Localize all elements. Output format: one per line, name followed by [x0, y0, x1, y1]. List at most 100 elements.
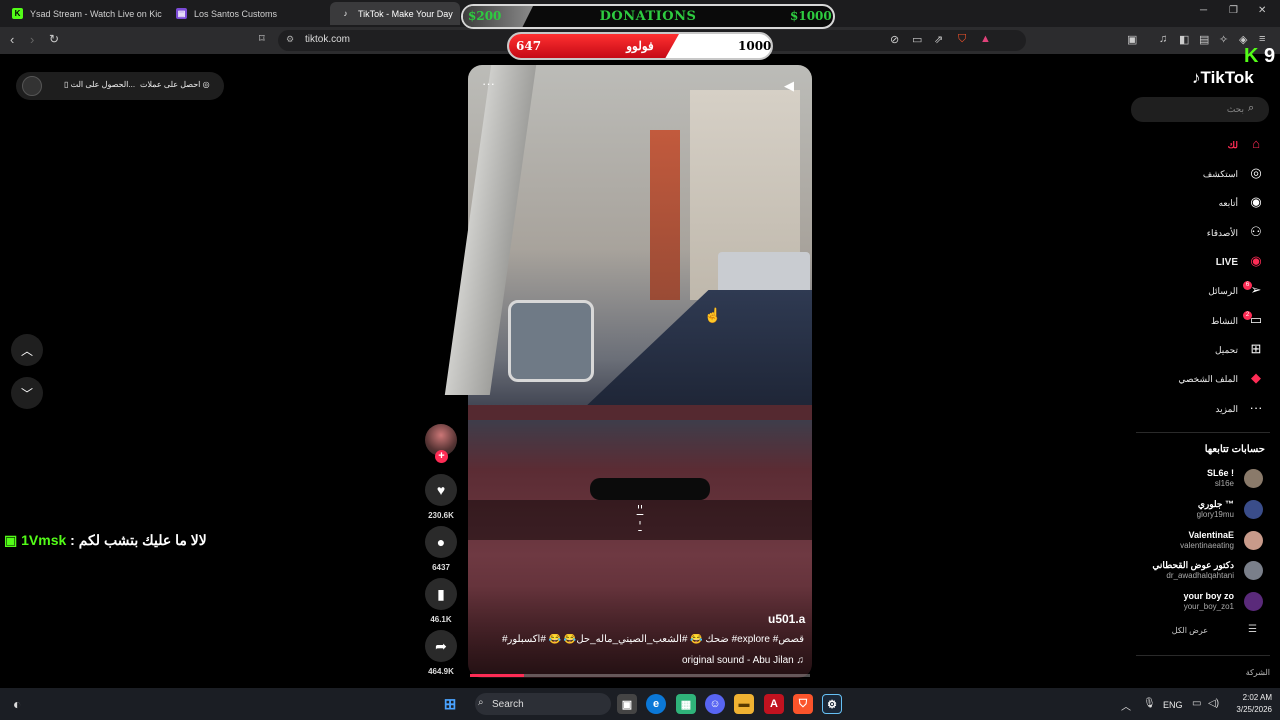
home-icon[interactable]: ⌂	[1246, 136, 1266, 151]
music-icon[interactable]: ♫	[1159, 33, 1167, 45]
adobe-icon[interactable]: A	[764, 694, 784, 714]
account-handle: dr_awadhalqahtani	[1166, 571, 1234, 580]
cast-icon[interactable]: ▭	[912, 33, 922, 46]
task-view-icon[interactable]: ▣	[617, 694, 637, 714]
share-button[interactable]: ➦	[425, 630, 457, 662]
minimize-icon[interactable]: ─	[1200, 5, 1207, 16]
tab-los-santos[interactable]: ▤ Los Santos Customs	[166, 2, 326, 25]
account-name[interactable]: دكتور عوض القحطاني	[1100, 560, 1234, 571]
clock-date[interactable]: 3/25/2026	[1224, 705, 1272, 714]
sidebar-toggle-icon[interactable]: ▣	[1127, 33, 1137, 46]
rewards-icon[interactable]: ▲	[980, 33, 991, 45]
chevron-down-icon: ﹀	[20, 386, 33, 401]
account-name[interactable]: ValentinaE	[1100, 530, 1234, 540]
following-avatar-icon[interactable]: ◉	[1246, 194, 1266, 210]
upload-icon[interactable]: ⊞	[1246, 341, 1266, 357]
video-more-icon[interactable]: ···	[482, 76, 495, 91]
account-name[interactable]: SL6e !	[1100, 468, 1234, 478]
share-count: 464.9K	[428, 667, 454, 676]
tab-kick[interactable]: K Ysad Stream - Watch Live on Kick	[2, 2, 162, 25]
nav-live[interactable]: LIVE	[1136, 257, 1238, 268]
video-sound[interactable]: original sound - Abu Jilan ♫	[600, 655, 804, 666]
nav-explore[interactable]: استكشف	[1136, 169, 1238, 180]
comment-count: 6437	[432, 563, 450, 572]
tray-overflow-icon[interactable]: ︿	[1121, 698, 1131, 713]
volume-icon[interactable]: ◀	[784, 78, 794, 94]
clock-time[interactable]: 2:02 AM	[1224, 693, 1272, 702]
forward-icon[interactable]: ›	[30, 32, 34, 47]
brave-icon[interactable]: ⛉	[793, 694, 813, 714]
share-icon[interactable]: ⇗	[934, 33, 943, 46]
tiktok-icon: ♪	[343, 9, 348, 18]
nav-following[interactable]: أتابعه	[1136, 198, 1238, 209]
back-icon[interactable]: ‹	[10, 32, 14, 47]
avatar[interactable]	[1244, 531, 1263, 550]
account-name[interactable]: your boy zo	[1100, 591, 1234, 601]
next-video-button[interactable]: ﹀	[11, 377, 43, 409]
nav-profile[interactable]: الملف الشخصي	[1136, 374, 1238, 385]
leo-icon[interactable]: ✧	[1219, 33, 1228, 46]
discord-icon[interactable]: ☺	[705, 694, 725, 714]
video-sound-label: original sound - Abu Jilan	[681, 655, 794, 666]
tiktok-logo[interactable]: ♪TikTok	[1192, 68, 1254, 88]
follow-button[interactable]: +	[435, 450, 448, 463]
avatar[interactable]	[1244, 561, 1263, 580]
menu-icon[interactable]: ≡	[1259, 33, 1265, 45]
reload-icon[interactable]: ↻	[49, 32, 59, 46]
video-redaction	[590, 478, 710, 500]
windows-start-icon[interactable]: ⊞	[440, 694, 460, 714]
file-explorer-icon[interactable]: ▬	[734, 694, 754, 714]
account-name[interactable]: جلوري ™	[1100, 499, 1234, 510]
get-app-button[interactable]: ▯ الحصول على الت...	[64, 80, 135, 89]
language-indicator[interactable]: ENG	[1163, 700, 1183, 710]
live-icon[interactable]: ◉	[1246, 253, 1266, 269]
nav-more[interactable]: المزيد	[1136, 404, 1238, 415]
video-scene-mirror	[508, 300, 594, 382]
store-app-icon[interactable]: ▦	[676, 694, 696, 714]
nav-for-you[interactable]: لك	[1136, 140, 1238, 151]
speaker-icon[interactable]: ◁)	[1208, 698, 1219, 709]
steam-icon[interactable]: ⚙	[822, 694, 842, 714]
windows-taskbar	[0, 688, 1280, 720]
widgets-icon[interactable]: ◐	[13, 696, 21, 712]
wallet-icon[interactable]: ▤	[1199, 33, 1209, 46]
search-icon[interactable]: ⌕	[1248, 102, 1254, 115]
site-info-icon[interactable]: ⚙	[286, 34, 294, 45]
profile-icon[interactable]: ◆	[1246, 370, 1266, 386]
save-button[interactable]: ▮	[425, 578, 457, 610]
tab-tiktok[interactable]: ♪ TikTok - Make Your Day	[330, 2, 460, 25]
friends-icon[interactable]: ⚇	[1246, 224, 1266, 240]
brave-shield-icon[interactable]: ⛉	[958, 33, 966, 46]
search-icon: ⌕	[478, 697, 484, 708]
previous-video-button[interactable]: ︿	[11, 334, 43, 366]
bookmark-icon[interactable]: ⌑	[259, 32, 265, 45]
avatar[interactable]	[1244, 469, 1263, 488]
kick-number: 9	[1264, 45, 1276, 67]
more-icon[interactable]: ···	[1246, 400, 1266, 415]
company-link[interactable]: الشركة	[1220, 668, 1270, 677]
nav-friends[interactable]: الأصدقاء	[1136, 228, 1238, 239]
panel-icon[interactable]: ◧	[1179, 33, 1189, 46]
following-accounts-title: حسابات تتابعها	[1204, 444, 1265, 455]
compass-icon[interactable]: ◎	[1246, 165, 1266, 181]
restore-icon[interactable]: ❐	[1229, 5, 1238, 16]
chat-badge-icon: ▣	[4, 532, 22, 548]
nav-activity[interactable]: النشاط	[1136, 316, 1238, 327]
url-text[interactable]: tiktok.com	[305, 34, 350, 45]
nav-upload[interactable]: تحميل	[1136, 345, 1238, 356]
edge-icon[interactable]: e	[646, 694, 666, 714]
get-coins-button[interactable]: احصل على عملات ◎	[140, 80, 210, 89]
reader-icon[interactable]: ⊘	[890, 33, 899, 46]
nav-messages[interactable]: الرسائل	[1136, 286, 1238, 297]
account-handle: glory19mu	[1196, 510, 1234, 519]
promo-avatar[interactable]	[22, 76, 42, 96]
close-icon[interactable]: ✕	[1258, 5, 1266, 16]
video-author[interactable]: u501.a	[768, 612, 805, 626]
like-button[interactable]: ♥	[425, 474, 457, 506]
display-icon[interactable]: ▭	[1192, 698, 1201, 709]
comment-button[interactable]: ●	[425, 526, 457, 558]
see-all-link[interactable]: عرض الكل	[1150, 626, 1208, 635]
avatar[interactable]	[1244, 592, 1263, 611]
microphone-icon[interactable]: 🎙︎	[1143, 698, 1156, 709]
avatar[interactable]	[1244, 500, 1263, 519]
